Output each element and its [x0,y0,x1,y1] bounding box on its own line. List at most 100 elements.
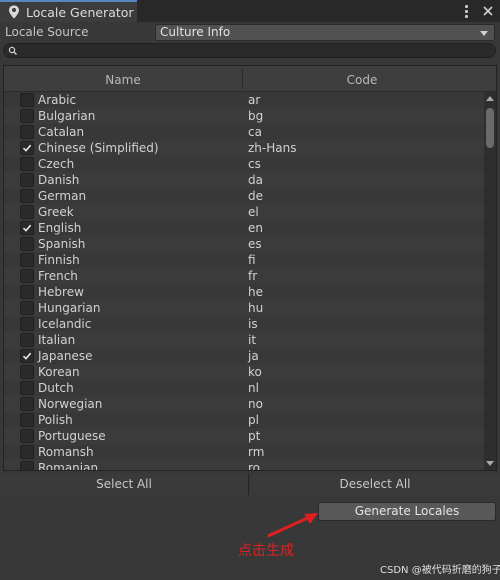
table-row[interactable]: Spanish es [4,236,484,252]
kebab-menu-icon[interactable] [460,4,472,18]
cell-code: no [248,397,263,411]
cell-name: Czech [38,157,75,171]
cell-code: ko [248,365,262,379]
cell-code: ja [248,349,259,363]
table-row[interactable]: Czech cs [4,156,484,172]
deselect-all-button[interactable]: Deselect All [250,474,500,495]
table-row[interactable]: Hungarian hu [4,300,484,316]
table-row[interactable]: Korean ko [4,364,484,380]
row-checkbox[interactable] [20,301,34,315]
table-scrollbar[interactable] [484,92,496,470]
row-checkbox[interactable] [20,349,34,363]
cell-code: pl [248,413,259,427]
select-all-button[interactable]: Select All [0,474,249,495]
locale-source-dropdown[interactable]: Culture Info [155,24,495,41]
scroll-thumb[interactable] [486,108,494,148]
table-row[interactable]: Greek el [4,204,484,220]
cell-name: Hungarian [38,301,101,315]
cell-name: Polish [38,413,73,427]
table-row[interactable]: Norwegian no [4,396,484,412]
row-checkbox[interactable] [20,365,34,379]
row-checkbox[interactable] [20,109,34,123]
table-row[interactable]: Polish pl [4,412,484,428]
cell-code: ar [248,93,261,107]
row-checkbox[interactable] [20,205,34,219]
cell-code: hu [248,301,264,315]
row-checkbox[interactable] [20,237,34,251]
table-row[interactable]: Finnish fi [4,252,484,268]
row-checkbox[interactable] [20,397,34,411]
locale-table: Name Code Arabic ar Bulgarian bg Catalan ca Ch… [3,65,497,471]
row-checkbox[interactable] [20,461,34,470]
cell-name: Dutch [38,381,74,395]
column-header-code[interactable]: Code [243,66,481,91]
row-checkbox[interactable] [20,429,34,443]
cell-code: bg [248,109,264,123]
locale-source-row: Locale Source Culture Info [0,22,500,42]
cell-name: Bulgarian [38,109,96,123]
row-checkbox[interactable] [20,413,34,427]
tab-locale-generator[interactable]: Locale Generator [0,0,137,22]
cell-code: rm [248,445,265,459]
cell-code: is [248,317,258,331]
cell-name: Spanish [38,237,86,251]
table-row[interactable]: Romanian ro [4,460,484,471]
generate-locales-button[interactable]: Generate Locales [318,502,496,521]
row-checkbox[interactable] [20,125,34,139]
tab-title: Locale Generator [26,4,134,20]
row-checkbox[interactable] [20,285,34,299]
table-row[interactable]: Bulgarian bg [4,108,484,124]
row-checkbox[interactable] [20,93,34,107]
scroll-down-arrow-icon[interactable] [486,461,494,466]
table-row[interactable]: Catalan ca [4,124,484,140]
cell-name: Romanian [38,461,99,471]
row-checkbox[interactable] [20,317,34,331]
cell-name: Danish [38,173,80,187]
row-checkbox[interactable] [20,221,34,235]
search-input[interactable] [3,43,496,58]
cell-name: Korean [38,365,80,379]
row-checkbox[interactable] [20,445,34,459]
row-checkbox[interactable] [20,157,34,171]
cell-code: da [248,173,263,187]
cell-name: Arabic [38,93,77,107]
row-checkbox[interactable] [20,189,34,203]
table-row[interactable]: Japanese ja [4,348,484,364]
cell-code: pt [248,429,261,443]
cell-name: Hebrew [38,285,84,299]
table-row[interactable]: Dutch nl [4,380,484,396]
cell-name: Icelandic [38,317,92,331]
table-row[interactable]: German de [4,188,484,204]
cell-name: Romansh [38,445,94,459]
cell-name: Catalan [38,125,85,139]
table-row[interactable]: Icelandic is [4,316,484,332]
checkmark-icon [22,352,32,360]
table-row[interactable]: Hebrew he [4,284,484,300]
row-checkbox[interactable] [20,253,34,267]
table-row[interactable]: Arabic ar [4,92,484,108]
cell-name: German [38,189,87,203]
table-row[interactable]: French fr [4,268,484,284]
cell-code: en [248,221,263,235]
row-checkbox[interactable] [20,173,34,187]
table-row[interactable]: Danish da [4,172,484,188]
cell-code: cs [248,157,261,171]
location-pin-icon [8,5,20,19]
row-checkbox[interactable] [20,269,34,283]
row-checkbox[interactable] [20,333,34,347]
table-row[interactable]: Romansh rm [4,444,484,460]
column-header-name[interactable]: Name [4,66,242,91]
table-row[interactable]: English en [4,220,484,236]
close-icon[interactable] [482,4,494,18]
table-row[interactable]: Chinese (Simplified) zh-Hans [4,140,484,156]
cell-code: ca [248,125,262,139]
cell-code: de [248,189,263,203]
table-row[interactable]: Italian it [4,332,484,348]
row-checkbox[interactable] [20,141,34,155]
row-checkbox[interactable] [20,381,34,395]
table-row[interactable]: Portuguese pt [4,428,484,444]
cell-code: fr [248,269,258,283]
cell-name: Italian [38,333,76,347]
scroll-up-arrow-icon[interactable] [486,96,494,101]
cell-name: English [38,221,82,235]
